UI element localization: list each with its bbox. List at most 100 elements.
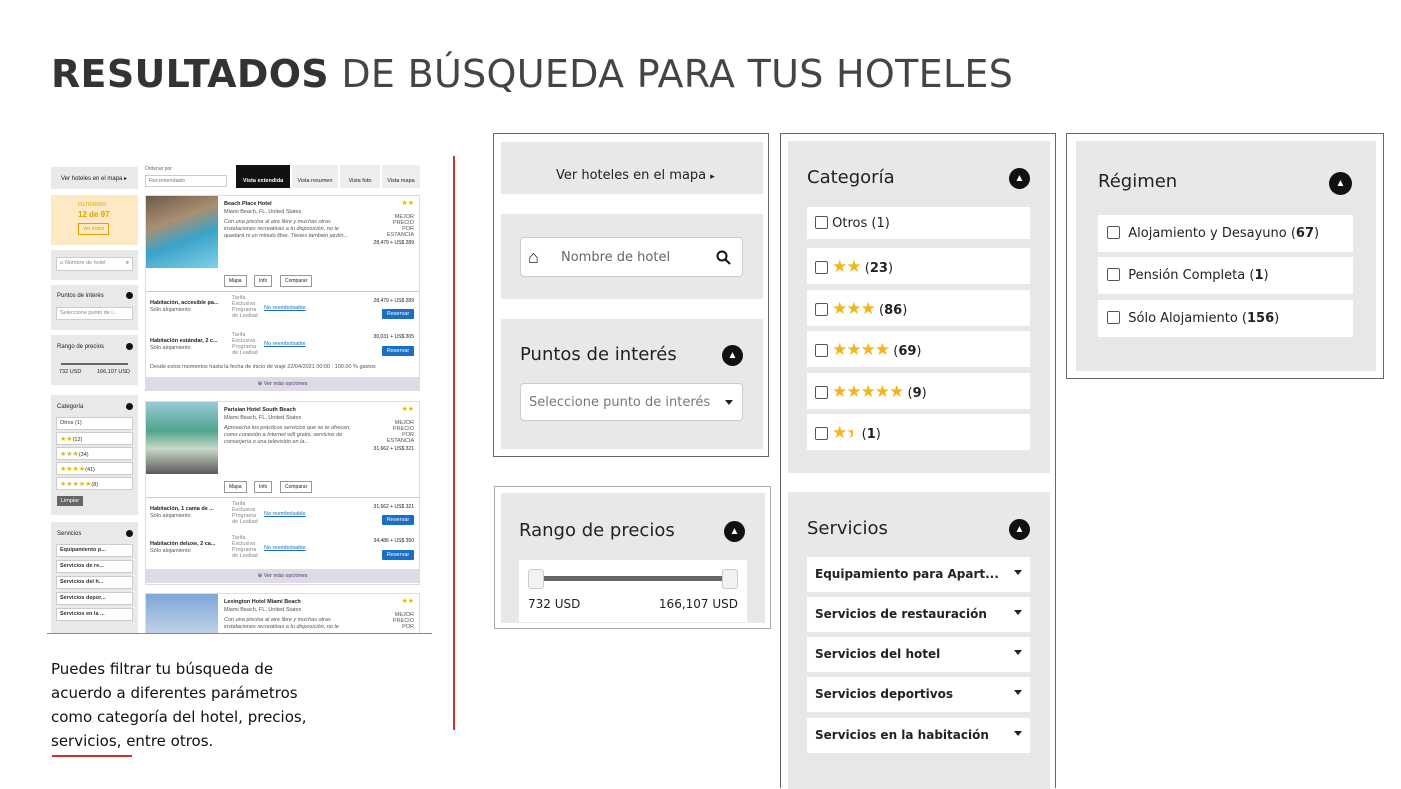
mini-services-section: Servicios Equipamiento p... Servicios de… — [51, 522, 138, 633]
star-half-icon: ★★ — [832, 423, 853, 443]
chevron-up-icon[interactable]: ▲ — [724, 521, 745, 542]
nonrefundable-link[interactable]: No reembolsable — [264, 511, 306, 517]
mini-category-item[interactable]: ★★★(34) — [56, 447, 133, 460]
mini-services-item[interactable]: Servicios en la ... — [56, 608, 133, 621]
more-options-button[interactable]: ⊕ Ver más opciones — [146, 377, 419, 391]
reserve-button[interactable]: Reservar — [382, 309, 414, 319]
checkbox[interactable] — [1107, 311, 1120, 324]
category-item[interactable]: ★★ (23) — [807, 248, 1030, 284]
checkbox[interactable] — [815, 427, 828, 440]
regime-item[interactable]: Sólo Alojamiento (156) — [1098, 300, 1353, 337]
more-options-button[interactable]: ⊕ Ver más opciones — [146, 569, 419, 583]
map-link[interactable]: Ver hoteles en el mapa ▸ — [556, 168, 715, 183]
mini-category-item[interactable]: ★★(12) — [56, 432, 133, 445]
mini-hotel-search: ⌂ Nombre de hotel ⌕ — [51, 250, 138, 280]
reserve-button[interactable]: Reservar — [382, 346, 414, 356]
info-button[interactable]: Info — [254, 481, 273, 493]
home-icon: ⌂ — [528, 247, 539, 267]
services-dropdown[interactable]: Servicios del hotel — [807, 637, 1030, 672]
category-item[interactable]: Otros (1) — [807, 207, 1030, 239]
map-button[interactable]: Mapa — [224, 275, 247, 287]
mini-clear-button[interactable]: Limpiar — [57, 496, 84, 506]
results-screenshot: Ver hoteles en el mapa ▸ FILTRANDO: 12 d… — [47, 165, 432, 634]
category-item[interactable]: ★★★★★ (9) — [807, 373, 1030, 409]
mini-category-item[interactable]: Otros (1) — [56, 417, 133, 430]
hotel-name[interactable]: Lexington Hotel Miami Beach — [224, 599, 301, 605]
reserve-button[interactable]: Reservar — [382, 550, 414, 560]
search-icon[interactable] — [716, 250, 732, 266]
mini-hotel-search-input[interactable]: ⌂ Nombre de hotel ⌕ — [56, 257, 133, 271]
nonrefundable-link[interactable]: No reembolsable — [264, 545, 306, 551]
price-max-handle[interactable] — [722, 569, 738, 589]
mini-services-item[interactable]: Servicios de re... — [56, 560, 133, 573]
services-dropdown[interactable]: Servicios deportivos — [807, 677, 1030, 712]
mini-services-item[interactable]: Equipamiento p... — [56, 544, 133, 557]
info-button[interactable]: Info — [254, 275, 273, 287]
hotel-stars: ★★ — [401, 598, 414, 605]
mini-category-item[interactable]: ★★★★(41) — [56, 462, 133, 475]
mini-poi-toggle-icon[interactable] — [126, 292, 133, 299]
checkbox[interactable] — [815, 303, 828, 316]
reserve-button[interactable]: Reservar — [382, 515, 414, 525]
mini-category-item[interactable]: ★★★★★(8) — [56, 477, 133, 490]
checkbox[interactable] — [1107, 268, 1120, 281]
search-icon: ⌕ — [125, 260, 129, 266]
regime-item[interactable]: Alojamiento y Desayuno (67) — [1098, 215, 1353, 252]
compare-button[interactable]: Comparar — [280, 481, 313, 493]
category-item[interactable]: ★★ (1) — [807, 414, 1030, 450]
mini-sort-select[interactable]: Recomendado — [145, 175, 227, 187]
mini-services-item[interactable]: Servicios depor... — [56, 592, 133, 605]
mini-services-toggle-icon[interactable] — [126, 530, 133, 537]
hotel-search-input[interactable]: ⌂ Nombre de hotel — [520, 237, 743, 277]
mini-price-toggle-icon[interactable] — [126, 343, 133, 350]
poi-select[interactable]: Seleccione punto de interés — [520, 383, 743, 421]
price-slider-track[interactable] — [535, 576, 725, 581]
checkbox[interactable] — [815, 261, 828, 274]
tab-photo-view[interactable]: Vista foto — [340, 165, 380, 188]
regime-section: Régimen ▲ Alojamiento y Desayuno (67) Pe… — [1076, 141, 1376, 371]
price-min-handle[interactable] — [528, 569, 544, 589]
category-item[interactable]: ★★★★ (69) — [807, 331, 1030, 367]
hotel-photo — [146, 196, 218, 268]
mini-see-all-button[interactable]: Ver todos — [78, 223, 110, 235]
price-panel: Rango de precios ▲ 732 USD 166,107 USD — [494, 486, 771, 629]
price-max: 166,107 USD — [658, 597, 738, 611]
mini-poi-select[interactable]: Seleccione punto de i... — [56, 307, 133, 320]
checkbox[interactable] — [815, 216, 828, 229]
regime-title: Régimen — [1098, 171, 1178, 192]
services-title: Servicios — [807, 518, 888, 539]
services-dropdown[interactable]: Servicios en la habitación — [807, 718, 1030, 753]
star-icon: ★★★★★ — [832, 382, 904, 402]
star-icon: ★★ — [832, 257, 862, 277]
checkbox[interactable] — [815, 386, 828, 399]
checkbox[interactable] — [815, 344, 828, 357]
chevron-up-icon[interactable]: ▲ — [1009, 168, 1030, 189]
regime-item[interactable]: Pensión Completa (1) — [1098, 257, 1353, 294]
map-button[interactable]: Mapa — [224, 481, 247, 493]
nonrefundable-link[interactable]: No reembolsable — [264, 305, 306, 311]
chevron-up-icon[interactable]: ▲ — [722, 345, 743, 366]
chevron-up-icon[interactable]: ▲ — [1009, 519, 1030, 540]
mini-category-toggle-icon[interactable] — [126, 403, 133, 410]
hotel-name[interactable]: Beach Place Hotel — [224, 201, 272, 207]
services-dropdown[interactable]: Equipamiento para Apart... — [807, 557, 1030, 592]
tab-map-view[interactable]: Vista mapa — [382, 165, 420, 188]
category-item[interactable]: ★★★ (86) — [807, 290, 1030, 326]
mini-price-slider[interactable] — [61, 363, 128, 365]
divider — [52, 755, 132, 757]
price-min: 732 USD — [528, 597, 581, 611]
chevron-down-icon — [725, 400, 733, 405]
tab-summary-view[interactable]: Vista resumen — [292, 165, 338, 188]
tab-extended-view[interactable]: Vista extendida — [236, 165, 290, 188]
compare-button[interactable]: Comparar — [280, 275, 313, 287]
chevron-up-icon[interactable]: ▲ — [1329, 172, 1352, 195]
poi-title: Puntos de interés — [520, 344, 677, 365]
nonrefundable-link[interactable]: No reembolsable — [264, 341, 306, 347]
mini-map-link[interactable]: Ver hoteles en el mapa ▸ — [51, 167, 138, 189]
services-dropdown[interactable]: Servicios de restauración — [807, 597, 1030, 632]
checkbox[interactable] — [1107, 226, 1120, 239]
mini-services-item[interactable]: Servicios del h... — [56, 576, 133, 589]
hotel-search-container: ⌂ Nombre de hotel — [501, 214, 763, 299]
hotel-name[interactable]: Parisian Hotel South Beach — [224, 407, 296, 413]
chevron-down-icon — [1014, 570, 1022, 575]
